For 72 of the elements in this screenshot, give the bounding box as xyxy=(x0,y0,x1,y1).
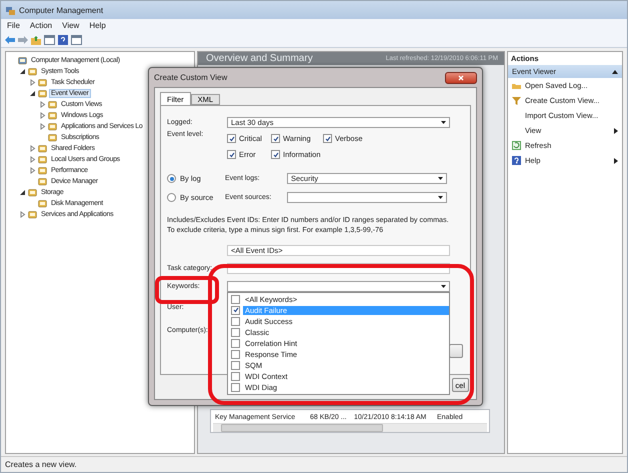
radio-button[interactable] xyxy=(167,193,176,202)
help-icon[interactable] xyxy=(58,34,68,44)
checkbox[interactable] xyxy=(231,372,240,380)
menu-item[interactable]: View xyxy=(62,21,80,30)
checkbox[interactable] xyxy=(271,134,280,143)
pane-title: Overview and Summary xyxy=(206,53,313,64)
node-icon xyxy=(48,100,57,109)
back-arrow-icon[interactable] xyxy=(5,36,15,44)
node-icon xyxy=(48,133,57,142)
node-icon xyxy=(38,89,47,98)
checkbox[interactable] xyxy=(231,382,240,392)
expand-arrow-icon[interactable] xyxy=(29,167,36,174)
checkbox[interactable] xyxy=(227,134,236,143)
expand-arrow-icon[interactable] xyxy=(29,156,36,163)
folder-icon xyxy=(512,81,521,90)
radio-button[interactable] xyxy=(167,174,176,183)
clear-button[interactable] xyxy=(449,344,463,358)
panel-icon[interactable] xyxy=(71,34,82,44)
checkbox[interactable] xyxy=(231,306,240,314)
expand-arrow-icon[interactable] xyxy=(39,101,46,108)
forward-arrow-icon[interactable] xyxy=(18,36,28,44)
horizontal-scrollbar[interactable] xyxy=(213,423,487,432)
node-icon xyxy=(38,177,47,186)
status-text: Creates a new view. xyxy=(5,460,77,469)
collapse-icon[interactable] xyxy=(612,70,618,74)
node-icon xyxy=(48,122,57,131)
node-icon xyxy=(38,78,47,87)
expand-arrow-icon[interactable] xyxy=(19,211,26,218)
checkbox[interactable] xyxy=(231,338,240,348)
panel-icon[interactable] xyxy=(44,34,55,44)
dropdown-arrow-icon[interactable] xyxy=(437,195,444,200)
expand-arrow-icon[interactable] xyxy=(29,79,36,86)
checkbox[interactable] xyxy=(271,150,280,159)
submenu-arrow-icon[interactable] xyxy=(614,158,618,164)
node-icon xyxy=(28,188,37,197)
expand-arrow-icon[interactable] xyxy=(39,123,46,130)
menu-item[interactable]: Action xyxy=(30,21,52,30)
submenu-arrow-icon[interactable] xyxy=(614,128,618,134)
window-title: Computer Management xyxy=(19,6,104,14)
checkbox[interactable] xyxy=(231,360,240,370)
node-icon xyxy=(38,166,47,175)
menu-item[interactable]: File xyxy=(7,21,20,30)
help-icon xyxy=(512,156,521,165)
checkbox[interactable] xyxy=(231,350,240,358)
checkbox[interactable] xyxy=(231,328,240,336)
node-icon xyxy=(28,210,37,219)
checkbox[interactable] xyxy=(227,150,236,159)
close-icon[interactable] xyxy=(458,74,464,80)
app-icon xyxy=(6,6,15,14)
collapse-arrow-icon[interactable] xyxy=(29,90,36,97)
node-icon xyxy=(38,155,47,164)
checkbox[interactable] xyxy=(323,134,332,143)
node-icon xyxy=(48,111,57,120)
node-icon xyxy=(28,67,37,76)
menu-item[interactable]: Help xyxy=(89,21,106,30)
refresh-icon xyxy=(512,141,521,150)
folder-up-icon[interactable] xyxy=(31,34,41,44)
expand-arrow-icon[interactable] xyxy=(29,145,36,152)
dialog-title: Create Custom View xyxy=(154,73,228,82)
dropdown-arrow-icon[interactable] xyxy=(440,120,447,124)
collapse-arrow-icon[interactable] xyxy=(19,189,26,196)
close-button[interactable] xyxy=(445,72,477,84)
node-icon xyxy=(38,144,47,153)
node-icon xyxy=(18,56,27,65)
node-icon xyxy=(38,199,47,208)
checkbox[interactable] xyxy=(231,294,240,304)
filter-icon xyxy=(512,96,521,105)
collapse-arrow-icon[interactable] xyxy=(19,68,26,75)
dropdown-arrow-icon[interactable] xyxy=(440,284,447,288)
checkbox[interactable] xyxy=(231,316,240,326)
expand-arrow-icon[interactable] xyxy=(39,112,46,119)
dropdown-arrow-icon[interactable] xyxy=(437,176,444,181)
